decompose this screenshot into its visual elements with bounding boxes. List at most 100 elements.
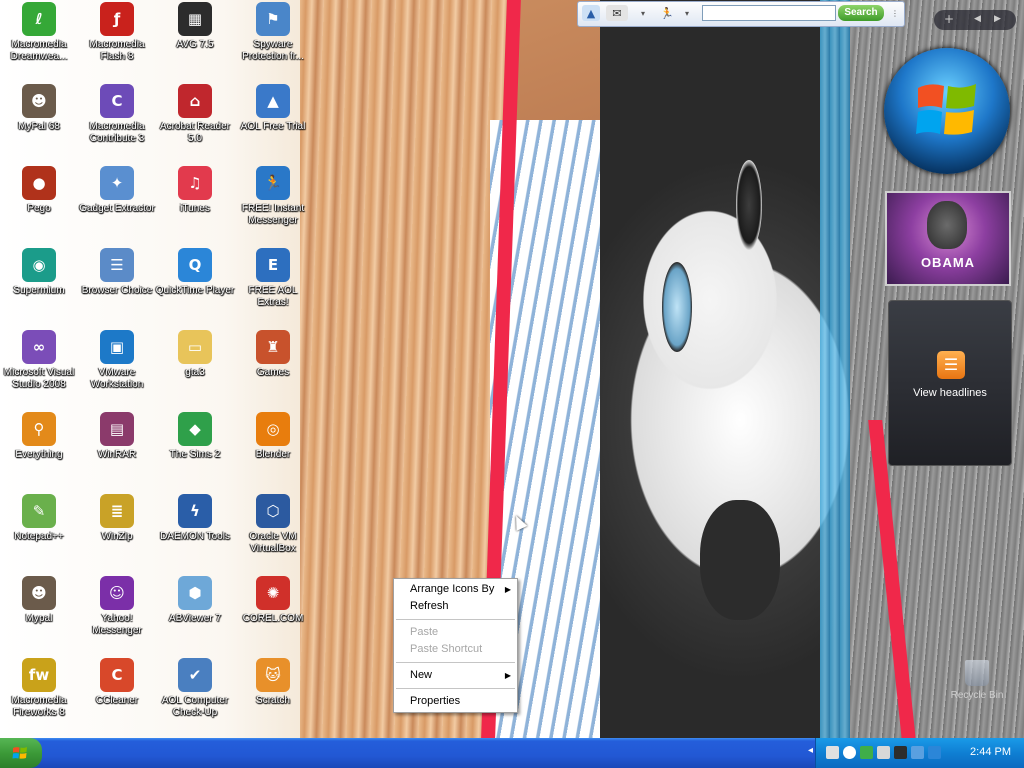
folder-icon: ▭ xyxy=(178,330,212,364)
desktop-icon-everything[interactable]: ⚲ Everything xyxy=(0,412,79,461)
desktop-icon-label: Everything xyxy=(15,449,63,460)
desktop-icon-label: Gadget Extractor xyxy=(79,203,155,214)
submenu-arrow-icon: ▶ xyxy=(504,671,511,680)
mypal-icon: ☻ xyxy=(22,84,56,118)
menu-item-label: Paste xyxy=(410,626,439,638)
desktop-icon-label: Notepad++ xyxy=(14,531,64,542)
network-icon[interactable] xyxy=(843,746,856,759)
desktop-icon-dreamweaver[interactable]: ℓ Macromedia Dreamwea... xyxy=(0,2,79,63)
start-button[interactable] xyxy=(0,738,42,768)
search-input[interactable] xyxy=(702,5,836,21)
aim-runner-icon[interactable]: 🏃 xyxy=(658,5,676,21)
desktop-icon-itunes[interactable]: ♫ iTunes xyxy=(155,166,235,215)
desktop-icon-label: AOL Computer Check-Up xyxy=(161,695,229,718)
chevron-down-icon[interactable]: ▾ xyxy=(678,5,696,21)
menu-item-new[interactable]: New ▶ xyxy=(394,667,517,684)
desktop-icon-label: Microsoft Visual Studio 2008 xyxy=(3,367,75,390)
desktop-icon-label: DAEMON Tools xyxy=(160,531,230,542)
antivirus-icon[interactable] xyxy=(877,746,890,759)
menu-item-paste-shortcut: Paste Shortcut xyxy=(394,641,517,658)
desktop-icon-daemon-tools[interactable]: ϟ DAEMON Tools xyxy=(155,494,235,543)
desktop-icon-folder[interactable]: ▭ gta3 xyxy=(155,330,235,379)
menu-item-refresh[interactable]: Refresh xyxy=(394,598,517,615)
menu-item-label: Properties xyxy=(410,695,461,707)
sidebar-next-button[interactable]: ▶ xyxy=(994,14,1001,24)
desktop-icon-contribute[interactable]: C Macromedia Contribute 3 xyxy=(77,84,157,145)
desktop-icon-supermium[interactable]: ◉ Supermium xyxy=(0,248,79,297)
vmware-icon: ▣ xyxy=(100,330,134,364)
recycle-bin-icon xyxy=(965,660,989,686)
instant-messenger-icon: 🏃 xyxy=(256,166,290,200)
menu-item-properties[interactable]: Properties xyxy=(394,693,517,710)
desktop-icon-browser-choice[interactable]: ☰ Browser Choice xyxy=(77,248,157,297)
desktop-icon-virtualbox[interactable]: ⬡ Oracle VM VirtualBox xyxy=(233,494,313,555)
desktop-icon-corel[interactable]: ✺ COREL.COM xyxy=(233,576,313,625)
desktop-icon-acrobat[interactable]: ⌂ Acrobat Reader 5.0 xyxy=(155,84,235,145)
desktop-icon-mypal[interactable]: ☻ Mypal xyxy=(0,576,79,625)
desktop-icon-aol-extras[interactable]: E FREE AOL Extras! xyxy=(233,248,313,309)
desktop-icon-quicktime[interactable]: Q QuickTime Player xyxy=(155,248,235,297)
wallpaper-dog-eye xyxy=(662,262,692,352)
desktop-icon-pego[interactable]: ● Pego xyxy=(0,166,79,215)
desktop-icon-blender[interactable]: ◎ Blender xyxy=(233,412,313,461)
recycle-bin[interactable]: Recycle Bin xyxy=(944,660,1010,701)
clock[interactable]: 2:44 PM xyxy=(970,746,1011,758)
desktop-icon-vmware[interactable]: ▣ VMware Workstation xyxy=(77,330,157,391)
everything-icon: ⚲ xyxy=(22,412,56,446)
desktop-icon-visual-studio[interactable]: ∞ Microsoft Visual Studio 2008 xyxy=(0,330,79,391)
desktop-icon-label: Pego xyxy=(27,203,51,214)
desktop-icon-notepad-plus-plus[interactable]: ✎ Notepad++ xyxy=(0,494,79,543)
supermium-icon: ◉ xyxy=(22,248,56,282)
add-gadget-button[interactable]: + xyxy=(944,12,954,26)
windows-orb-gadget[interactable] xyxy=(884,48,1010,174)
news-image-gadget[interactable]: OBAMA xyxy=(885,191,1011,286)
desktop-icon-spyware-protection[interactable]: ⚑ Spyware Protection fr... xyxy=(233,2,313,63)
desktop-icon-label: iTunes xyxy=(180,203,210,214)
tray-expand-icon[interactable]: ◂ xyxy=(808,745,818,758)
update-icon[interactable] xyxy=(860,746,873,759)
desktop-icon-fireworks[interactable]: fw Macromedia Fireworks 8 xyxy=(0,658,79,719)
speaker-icon[interactable] xyxy=(826,746,839,759)
desktop-icon-mypal[interactable]: ☻ MyPal 68 xyxy=(0,84,79,133)
desktop-icon-ccleaner[interactable]: C CCleaner xyxy=(77,658,157,707)
desktop-icon-winrar[interactable]: ▤ WinRAR xyxy=(77,412,157,461)
system-tray: ◂ 2:44 PM xyxy=(808,738,1024,768)
desktop-icon-instant-messenger[interactable]: 🏃 FREE! Instant Messenger xyxy=(233,166,313,227)
desktop-icon-label: Mypal xyxy=(25,613,53,624)
desktop-icon-gadget-extractor[interactable]: ✦ Gadget Extractor xyxy=(77,166,157,215)
aol-logo-icon[interactable]: ▲ xyxy=(582,5,600,21)
quicktime-tray-icon[interactable] xyxy=(928,746,941,759)
menu-separator xyxy=(396,688,515,689)
desktop-icon-flash[interactable]: ƒ Macromedia Flash 8 xyxy=(77,2,157,63)
desktop-icon-label: Macromedia Fireworks 8 xyxy=(11,695,67,718)
desktop-icon-abviewer[interactable]: ⬢ ABViewer 7 xyxy=(155,576,235,625)
desktop-icon-label: FREE! Instant Messenger xyxy=(241,203,305,226)
menu-separator xyxy=(396,619,515,620)
desktop-icon-aol-check-up[interactable]: ✔ AOL Computer Check-Up xyxy=(155,658,235,719)
toolbar-menu-icon[interactable]: ⋮ xyxy=(890,5,900,21)
mail-icon[interactable]: ✉ xyxy=(606,5,628,21)
menu-item-arrange-icons-by[interactable]: Arrange Icons By ▶ xyxy=(394,581,517,598)
chevron-down-icon[interactable]: ▾ xyxy=(634,5,652,21)
desktop-icon-label: ABViewer 7 xyxy=(168,613,222,624)
menu-item-paste: Paste xyxy=(394,624,517,641)
view-headlines-link[interactable]: View headlines xyxy=(889,387,1011,399)
desktop-icon-yahoo-messenger[interactable]: ☺ Yahoo! Messenger xyxy=(77,576,157,637)
itunes-icon: ♫ xyxy=(178,166,212,200)
sidebar-prev-button[interactable]: ◀ xyxy=(974,14,981,24)
winzip-icon: ≣ xyxy=(100,494,134,528)
desktop-icon-avg[interactable]: ▦ AVG 7.5 xyxy=(155,2,235,51)
security-icon[interactable] xyxy=(894,746,907,759)
feed-headlines-gadget[interactable]: ☰ View headlines xyxy=(888,300,1012,466)
sims2-icon: ◆ xyxy=(178,412,212,446)
search-button[interactable]: Search xyxy=(838,5,884,21)
desktop-icon-winzip[interactable]: ≣ WinZip xyxy=(77,494,157,543)
messenger-icon[interactable] xyxy=(911,746,924,759)
desktop-icon-games[interactable]: ♜ Games xyxy=(233,330,313,379)
desktop-icon-label: Scratch xyxy=(256,695,290,706)
desktop-icon-sims2[interactable]: ◆ The Sims 2 xyxy=(155,412,235,461)
quicktime-icon: Q xyxy=(178,248,212,282)
desktop-icon-label: The Sims 2 xyxy=(169,449,221,460)
desktop-icon-scratch[interactable]: 🐱 Scratch xyxy=(233,658,313,707)
desktop-icon-aol[interactable]: ▲ AOL Free Trial xyxy=(233,84,313,133)
